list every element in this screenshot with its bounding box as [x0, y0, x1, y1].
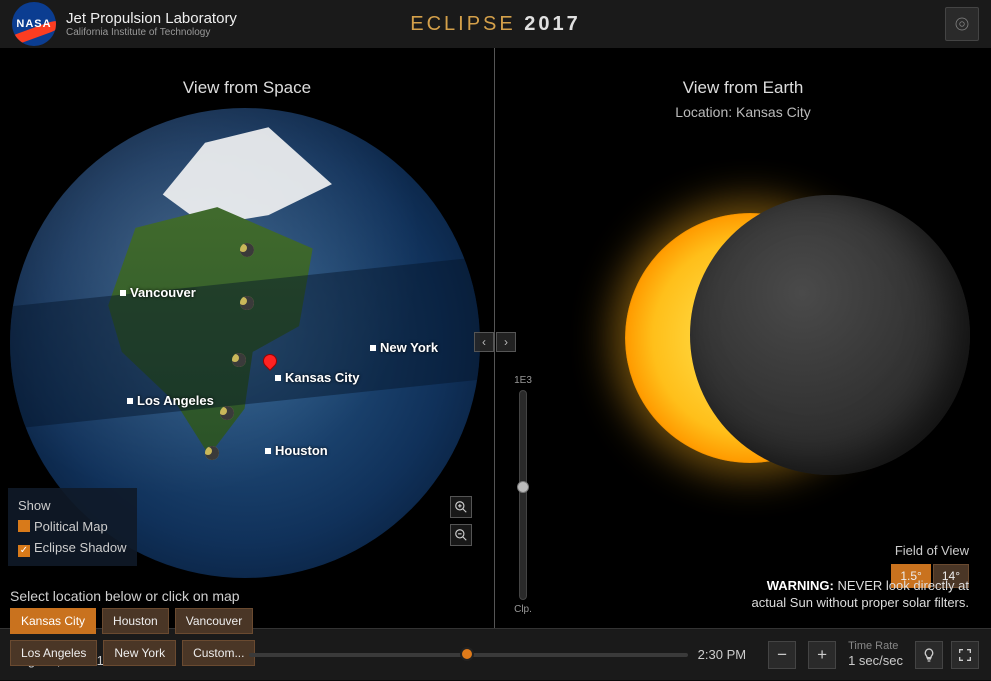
- zoom-out-icon: [454, 528, 468, 542]
- space-view-pane: View from Space Vancouver New York Kansas …: [0, 48, 495, 628]
- vertical-zoom-slider[interactable]: 1E3 Clp.: [508, 375, 538, 615]
- legend-item-label: Eclipse Shadow: [34, 540, 127, 555]
- moon-disc: [690, 195, 970, 475]
- time-rate-label: Time Rate: [848, 640, 903, 654]
- shadow-path-marker: [220, 406, 234, 420]
- warning-prefix: WARNING:: [767, 578, 834, 593]
- earth-view-pane: View from Earth Location: Kansas City Fi…: [495, 48, 991, 628]
- city-name: Vancouver: [130, 285, 196, 300]
- time-rate-block: Time Rate 1 sec/sec: [848, 640, 903, 670]
- checkbox-checked-icon: ✓: [18, 545, 30, 557]
- timeline-track[interactable]: [249, 653, 687, 657]
- city-label-kansas-city[interactable]: Kansas City: [275, 370, 359, 385]
- settings-button[interactable]: [945, 7, 979, 41]
- lab-name: Jet Propulsion Laboratory: [66, 10, 237, 27]
- city-dot-icon: [120, 290, 126, 296]
- city-label-new-york[interactable]: New York: [370, 340, 438, 355]
- city-label-houston[interactable]: Houston: [265, 443, 328, 458]
- legend-political-map-toggle[interactable]: Political Map: [18, 517, 127, 538]
- title-year: 2017: [524, 13, 581, 35]
- next-pane-button[interactable]: ›: [496, 332, 516, 352]
- shadow-path-marker: [205, 446, 219, 460]
- city-dot-icon: [370, 345, 376, 351]
- city-label-los-angeles[interactable]: Los Angeles: [127, 393, 214, 408]
- earth-view-title: View from Earth: [495, 78, 991, 98]
- location-button-los-angeles[interactable]: Los Angeles: [10, 640, 97, 666]
- city-dot-icon: [275, 375, 281, 381]
- safety-warning: WARNING: NEVER look directly at actual S…: [735, 578, 969, 612]
- legend-item-label: Political Map: [34, 519, 108, 534]
- rate-decrease-button[interactable]: −: [768, 641, 796, 669]
- city-dot-icon: [265, 448, 271, 454]
- ice-cap: [142, 122, 354, 225]
- light-toggle-button[interactable]: [915, 641, 943, 669]
- shadow-path-marker: [232, 353, 246, 367]
- time-rate-value: 1 sec/sec: [848, 653, 903, 669]
- zoom-in-icon: [454, 500, 468, 514]
- footer-right-controls: [915, 641, 979, 669]
- main-area: View from Space Vancouver New York Kansas …: [0, 48, 991, 628]
- legend-eclipse-shadow-toggle[interactable]: ✓ Eclipse Shadow: [18, 538, 127, 559]
- shadow-path-marker: [240, 243, 254, 257]
- city-label-vancouver[interactable]: Vancouver: [120, 285, 196, 300]
- title-prefix: ECLIPSE: [410, 13, 524, 35]
- timeline-end-label: 2:30 PM: [698, 647, 746, 662]
- lab-subname: California Institute of Technology: [66, 27, 237, 39]
- nasa-logo: NASA: [12, 2, 56, 46]
- city-dot-icon: [127, 398, 133, 404]
- header-bar: NASA Jet Propulsion Laboratory Californi…: [0, 0, 991, 48]
- fov-label: Field of View: [889, 543, 969, 558]
- space-view-title: View from Space: [0, 78, 494, 98]
- zoom-controls: [450, 496, 472, 546]
- prev-pane-button[interactable]: ‹: [474, 332, 494, 352]
- city-name: Kansas City: [285, 370, 359, 385]
- location-button-custom[interactable]: Custom...: [182, 640, 255, 666]
- rate-increase-button[interactable]: +: [808, 641, 836, 669]
- lightbulb-icon: [921, 647, 937, 663]
- location-button-new-york[interactable]: New York: [103, 640, 176, 666]
- zoom-in-button[interactable]: [450, 496, 472, 518]
- nasa-logo-text: NASA: [16, 18, 51, 30]
- pane-splitter-nav: ‹ ›: [474, 332, 516, 352]
- earth-view-location: Location: Kansas City: [495, 104, 991, 120]
- legend-title: Show: [18, 496, 127, 517]
- slider-knob[interactable]: [517, 481, 529, 493]
- city-name: Houston: [275, 443, 328, 458]
- slider-min-label: Clp.: [514, 604, 532, 615]
- city-name: Los Angeles: [137, 393, 214, 408]
- slider-track[interactable]: [519, 390, 527, 600]
- fullscreen-icon: [957, 647, 973, 663]
- location-select-label: Select location below or click on map: [10, 588, 240, 604]
- target-icon: [953, 15, 971, 33]
- zoom-out-button[interactable]: [450, 524, 472, 546]
- page-title: ECLIPSE 2017: [410, 13, 581, 36]
- city-name: New York: [380, 340, 438, 355]
- location-button-group: Kansas CityHoustonVancouver Los AngelesNe…: [10, 608, 310, 666]
- timeline-knob[interactable]: [460, 647, 474, 661]
- location-button-houston[interactable]: Houston: [102, 608, 169, 634]
- shadow-path-marker: [240, 296, 254, 310]
- lab-text: Jet Propulsion Laboratory California Ins…: [66, 10, 237, 39]
- location-button-vancouver[interactable]: Vancouver: [175, 608, 253, 634]
- map-legend: Show Political Map ✓ Eclipse Shadow: [8, 488, 137, 566]
- location-button-kansas-city[interactable]: Kansas City: [10, 608, 96, 634]
- eclipse-render: [615, 193, 935, 513]
- slider-max-label: 1E3: [514, 375, 532, 386]
- square-icon: [18, 520, 30, 532]
- fullscreen-button[interactable]: [951, 641, 979, 669]
